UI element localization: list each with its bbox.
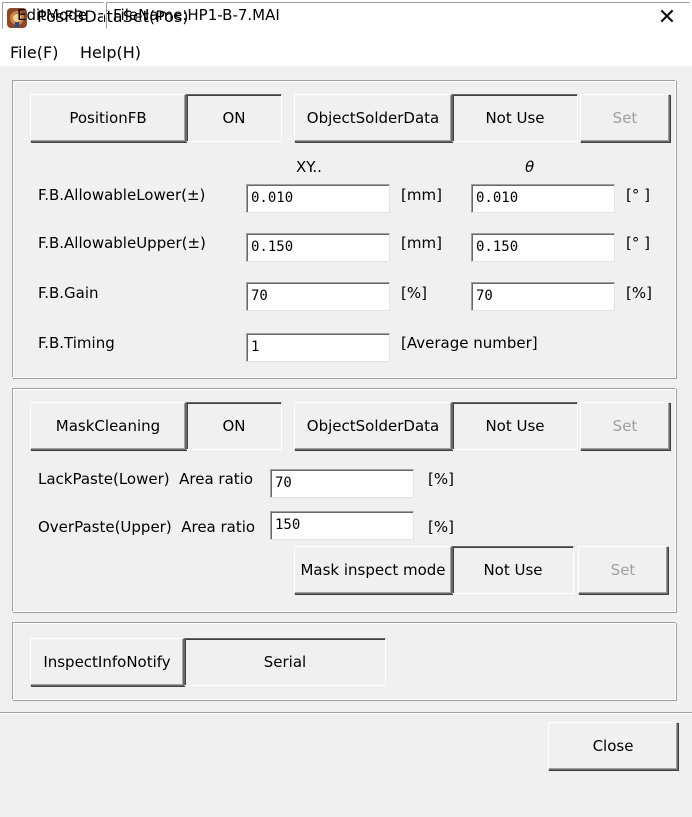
position-object-solder-data-value[interactable]: Not Use bbox=[452, 94, 578, 142]
mask-inspect-mode-value[interactable]: Not Use bbox=[452, 546, 574, 594]
status-edit-mode: EditMode bbox=[2, 2, 104, 29]
allowable-upper-theta-input[interactable]: 0.150 bbox=[471, 233, 615, 262]
over-paste-unit: [%] bbox=[428, 518, 454, 536]
allowable-lower-theta-input[interactable]: 0.010 bbox=[471, 184, 615, 213]
gain-theta-input[interactable]: 70 bbox=[471, 282, 615, 311]
lack-paste-input[interactable]: 70 bbox=[270, 469, 414, 498]
allowable-upper-theta-unit: [° ] bbox=[626, 234, 650, 252]
position-fb-state-toggle[interactable]: ON bbox=[186, 94, 282, 142]
timing-input[interactable]: 1 bbox=[246, 333, 390, 362]
lack-paste-label: LackPaste(Lower) Area ratio bbox=[38, 470, 254, 488]
status-filename: FileName:HP1-B-7.MAI bbox=[106, 2, 690, 29]
allowable-upper-xy-input[interactable]: 0.150 bbox=[246, 233, 390, 262]
mask-set-button[interactable]: Set bbox=[580, 402, 670, 450]
allowable-lower-xy-input[interactable]: 0.010 bbox=[246, 184, 390, 213]
footer-separator bbox=[0, 712, 692, 714]
mask-cleaning-button[interactable]: MaskCleaning bbox=[30, 402, 186, 450]
position-fb-button[interactable]: PositionFB bbox=[30, 94, 186, 142]
gain-theta-unit: [%] bbox=[626, 284, 652, 302]
status-bar bbox=[0, 786, 692, 817]
position-object-solder-data-button[interactable]: ObjectSolderData bbox=[294, 94, 452, 142]
mask-inspect-set-button[interactable]: Set bbox=[578, 546, 668, 594]
mask-inspect-mode-button[interactable]: Mask inspect mode bbox=[294, 546, 452, 594]
lack-paste-unit: [%] bbox=[428, 470, 454, 488]
timing-unit: [Average number] bbox=[401, 334, 538, 352]
inspect-info-notify-value[interactable]: Serial bbox=[184, 638, 386, 686]
over-paste-input[interactable]: 150 bbox=[270, 511, 414, 540]
gain-label: F.B.Gain bbox=[38, 284, 99, 302]
allowable-lower-label: F.B.AllowableLower(±) bbox=[38, 186, 206, 204]
allowable-lower-theta-unit: [° ] bbox=[626, 186, 650, 204]
allowable-upper-label: F.B.AllowableUpper(±) bbox=[38, 234, 206, 252]
position-set-button[interactable]: Set bbox=[580, 94, 670, 142]
gain-xy-unit: [%] bbox=[401, 284, 427, 302]
xy-column-header: XY.. bbox=[296, 158, 322, 176]
menu-file[interactable]: File(F) bbox=[10, 43, 58, 62]
mask-object-solder-data-value[interactable]: Not Use bbox=[452, 402, 578, 450]
mask-cleaning-state-toggle[interactable]: ON bbox=[186, 402, 282, 450]
allowable-upper-xy-unit: [mm] bbox=[401, 234, 442, 252]
mask-object-solder-data-button[interactable]: ObjectSolderData bbox=[294, 402, 452, 450]
menu-help[interactable]: Help(H) bbox=[80, 43, 141, 62]
allowable-lower-xy-unit: [mm] bbox=[401, 186, 442, 204]
timing-label: F.B.Timing bbox=[38, 334, 115, 352]
gain-xy-input[interactable]: 70 bbox=[246, 282, 390, 311]
inspect-info-notify-button[interactable]: InspectInfoNotify bbox=[30, 638, 184, 686]
over-paste-label: OverPaste(Upper) Area ratio bbox=[38, 518, 256, 536]
theta-column-header: θ bbox=[525, 158, 535, 176]
close-button[interactable]: Close bbox=[548, 722, 678, 770]
